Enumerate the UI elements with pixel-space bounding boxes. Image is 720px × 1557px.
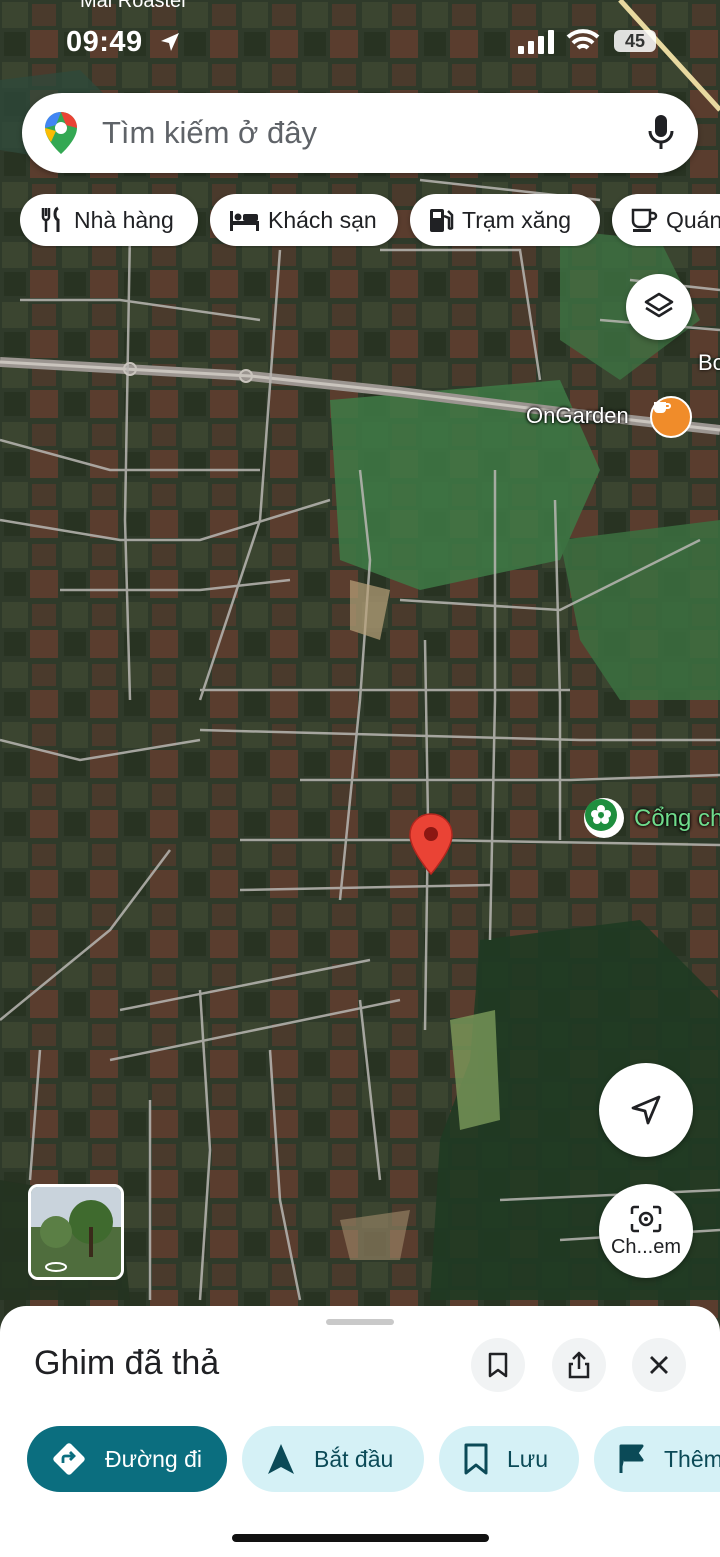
chip-label: Trạm xăng <box>462 206 572 233</box>
start-button[interactable]: Bắt đầu <box>242 1426 424 1492</box>
search-bar[interactable]: Tìm kiếm ở đây <box>22 93 698 173</box>
navigation-arrow-icon <box>631 1095 661 1125</box>
cafe-icon <box>631 208 658 232</box>
chip-label: Khách sạn <box>268 206 377 233</box>
layers-button[interactable] <box>626 274 692 340</box>
save-label: Lưu <box>507 1445 548 1472</box>
place-label-top: Mai Roaster <box>80 0 188 12</box>
chip-hotel[interactable]: Khách sạn <box>210 194 398 246</box>
my-location-button[interactable] <box>599 1063 693 1157</box>
category-chips: Nhà hàng Khách sạn Trạm xăng Quán <box>20 194 720 248</box>
save-button[interactable]: Lưu <box>439 1426 579 1492</box>
label-text: Thêm <box>664 1445 720 1472</box>
camera-icon <box>630 1205 662 1232</box>
cafe-pin-icon[interactable] <box>650 396 692 438</box>
street-view-thumbnail[interactable] <box>28 1184 124 1280</box>
share-button[interactable] <box>552 1338 606 1392</box>
label-button[interactable]: Thêm <box>594 1426 720 1492</box>
microphone-icon[interactable] <box>648 113 674 151</box>
close-button[interactable] <box>632 1338 686 1392</box>
status-bar: Mai Roaster 09:49 45 <box>0 0 720 86</box>
bookmark-icon <box>464 1443 488 1475</box>
chip-label: Nhà hàng <box>74 206 174 233</box>
drag-handle[interactable] <box>326 1319 394 1325</box>
directions-icon <box>53 1443 85 1475</box>
camera-search-button[interactable]: Ch...em <box>599 1184 693 1278</box>
park-pin-icon[interactable] <box>584 798 624 838</box>
share-icon <box>568 1351 590 1379</box>
layers-icon <box>644 292 674 318</box>
home-indicator[interactable] <box>232 1534 489 1542</box>
sheet-actions: Đường đi Bắt đầu Lưu Thêm <box>0 1426 720 1494</box>
directions-button[interactable]: Đường đi <box>27 1426 227 1492</box>
restaurant-icon <box>41 206 60 232</box>
chip-restaurant[interactable]: Nhà hàng <box>20 194 198 246</box>
place-label-ongarden[interactable]: OnGarden <box>526 403 629 429</box>
hotel-icon <box>230 211 259 231</box>
sheet-title: Ghim đã thả <box>34 1344 220 1382</box>
chip-cafe[interactable]: Quán <box>612 194 720 246</box>
cellular-signal-icon <box>518 30 554 54</box>
location-services-icon <box>161 33 179 51</box>
chip-gas-station[interactable]: Trạm xăng <box>410 194 600 246</box>
flag-icon <box>619 1444 644 1473</box>
gas-station-icon <box>430 209 454 232</box>
place-bottom-sheet[interactable]: Ghim đã thả Đường đi Bắt đầu Lưu Thêm <box>0 1306 720 1557</box>
bookmark-icon <box>488 1352 508 1378</box>
status-time: 09:49 <box>66 26 143 58</box>
directions-label: Đường đi <box>105 1445 202 1472</box>
start-label: Bắt đầu <box>314 1445 394 1472</box>
save-bookmark-button[interactable] <box>471 1338 525 1392</box>
wifi-icon <box>566 29 600 50</box>
close-icon <box>650 1356 668 1374</box>
chip-label: Quán <box>666 206 720 233</box>
google-maps-logo-icon <box>45 112 77 154</box>
search-placeholder[interactable]: Tìm kiếm ở đây <box>102 115 317 151</box>
place-label-park[interactable]: Cổng ch <box>634 805 720 833</box>
place-label-partial[interactable]: Bo <box>698 350 720 376</box>
camera-button-label: Ch...em <box>610 1235 682 1258</box>
navigation-arrow-icon <box>268 1444 294 1474</box>
battery-indicator: 45 <box>614 30 656 52</box>
